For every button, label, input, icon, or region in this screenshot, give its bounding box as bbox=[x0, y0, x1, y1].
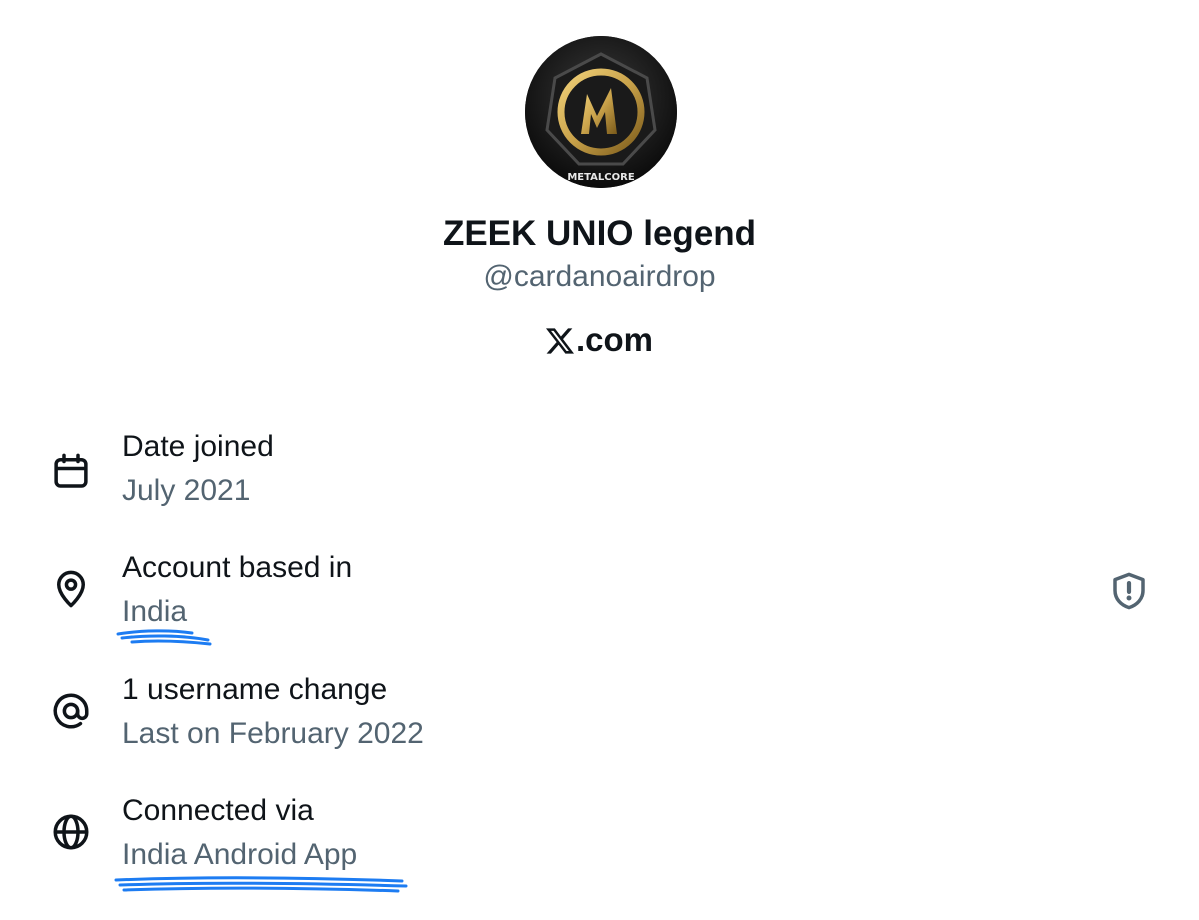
connected-via-row: Connected via India Android App bbox=[0, 789, 1199, 889]
x-logo-icon bbox=[545, 322, 574, 366]
avatar-caption: METALCORE bbox=[567, 172, 634, 183]
date-joined-value: July 2021 bbox=[122, 474, 251, 507]
account-based-in-value: India bbox=[122, 595, 188, 628]
brand-suffix: .com bbox=[575, 321, 654, 358]
metalcore-logo-icon: METALCORE bbox=[525, 36, 677, 188]
date-joined-label: Date joined bbox=[122, 430, 274, 463]
connected-via-label: Connected via bbox=[122, 794, 314, 827]
at-sign-icon bbox=[53, 693, 89, 729]
globe-icon bbox=[53, 814, 89, 850]
username-change-label: 1 username change bbox=[122, 673, 388, 706]
avatar[interactable]: METALCORE bbox=[525, 36, 677, 188]
calendar-icon bbox=[54, 453, 88, 488]
account-based-in-row: Account based in India bbox=[0, 546, 1199, 646]
date-joined-row: Date joined July 2021 bbox=[0, 425, 1199, 525]
username-change-row: 1 username change Last on February 2022 bbox=[0, 668, 1199, 768]
username-handle: @cardanoairdrop bbox=[483, 260, 716, 293]
shield-alert-icon[interactable] bbox=[1108, 570, 1150, 612]
display-name: ZEEK UNIO legend bbox=[442, 214, 757, 253]
location-pin-icon bbox=[57, 570, 85, 608]
connected-via-value: India Android App bbox=[122, 838, 358, 871]
username-change-value: Last on February 2022 bbox=[122, 717, 424, 750]
account-based-in-label: Account based in bbox=[122, 551, 353, 584]
brand-domain: .com bbox=[0, 318, 1199, 366]
